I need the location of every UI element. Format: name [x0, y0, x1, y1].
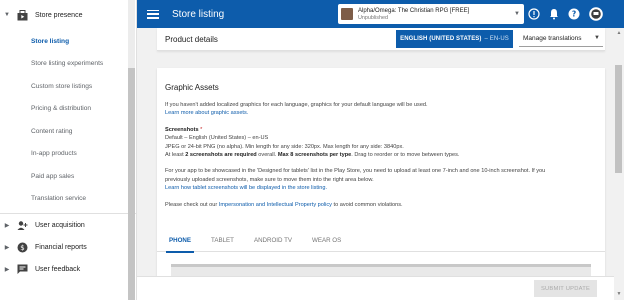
app-name: Alpha/Omega: The Christian RPG [FREE]: [358, 7, 470, 14]
sidebar-section-store-presence[interactable]: ▼ Store presence: [0, 0, 136, 30]
sidebar-item-label: Content rating: [31, 127, 73, 135]
chevron-right-icon: ▶: [4, 222, 10, 229]
bottom-action-bar: SUBMIT UPDATE: [137, 276, 614, 300]
sidebar-item-label: In-app products: [31, 150, 77, 158]
sidebar-item-label: Custom store listings: [31, 82, 93, 90]
sidebar-section-label: Store presence: [35, 11, 83, 19]
format-requirements-line: JPEG or 24-bit PNG (no alpha). Min lengt…: [165, 143, 404, 150]
dropdown-icon: ▼: [594, 35, 600, 41]
tablet-screenshots-link[interactable]: Learn how tablet screenshots will be dis…: [165, 184, 605, 192]
sidebar-item-store-listing[interactable]: Store listing: [0, 30, 136, 53]
menu-icon[interactable]: [146, 8, 160, 20]
sidebar-item-label: Store listing experiments: [31, 60, 104, 68]
required-mark: *: [200, 126, 203, 133]
page-title: Store listing: [172, 8, 225, 20]
tablets-info-line-1: For your app to be showcased in the 'Des…: [165, 168, 546, 175]
app-selector[interactable]: Alpha/Omega: The Christian RPG [FREE] Un…: [338, 4, 524, 24]
sidebar-section-financial-reports[interactable]: ▶ $ Financial reports: [0, 236, 136, 258]
sidebar-item-content-rating[interactable]: Content rating: [0, 120, 136, 143]
main-content: Product details ENGLISH (UNITED STATES) …: [137, 28, 624, 300]
language-label: ENGLISH (UNITED STATES): [400, 36, 482, 42]
scroll-down-arrow-icon[interactable]: ▼: [615, 291, 623, 297]
device-tabs: PHONE TABLET ANDROID TV WEAR OS: [157, 230, 605, 253]
screenshots-label: Screenshots: [165, 126, 199, 133]
graphic-assets-card: Graphic Assets If you haven't added loca…: [157, 68, 605, 300]
top-app-bar: Store listing Alpha/Omega: The Christian…: [137, 0, 624, 28]
default-language-line: Default – English (United States) – en-U…: [165, 135, 269, 142]
chevron-down-icon: ▼: [4, 12, 10, 18]
tablets-info-line-2: previously uploaded screenshots, make su…: [165, 176, 374, 183]
sidebar-section-user-feedback[interactable]: ▶ User feedback: [0, 258, 136, 280]
sidebar-scrollbar-track[interactable]: [128, 0, 135, 68]
scroll-up-arrow-icon[interactable]: ▲: [615, 30, 623, 36]
sidebar-section-label: User feedback: [35, 265, 81, 273]
tab-wear-os[interactable]: WEAR OS: [305, 230, 348, 252]
financial-reports-icon: $: [15, 242, 29, 253]
tab-tablet[interactable]: TABLET: [204, 230, 241, 252]
chevron-right-icon: ▶: [4, 266, 10, 273]
account-icon[interactable]: [589, 7, 603, 21]
sidebar-section-user-acquisition[interactable]: ▶ User acquisition: [0, 214, 136, 236]
tab-android-tv[interactable]: ANDROID TV: [247, 230, 299, 252]
sidebar-item-paid-app-sales[interactable]: Paid app sales: [0, 165, 136, 188]
screenshot-count-line: At least 2 screenshots are required over…: [165, 152, 460, 159]
app-status: Unpublished: [358, 14, 388, 21]
chevron-right-icon: ▶: [4, 244, 10, 251]
store-icon: [15, 9, 29, 21]
graphic-assets-title: Graphic Assets: [165, 83, 219, 92]
screenshot-upload-area[interactable]: [171, 264, 591, 276]
graphic-assets-intro: If you haven't added localized graphics …: [165, 102, 428, 108]
sidebar-item-store-listing-experiments[interactable]: Store listing experiments: [0, 53, 136, 76]
sidebar-item-translation-service[interactable]: Translation service: [0, 188, 136, 211]
submit-update-button[interactable]: SUBMIT UPDATE: [534, 280, 597, 297]
user-acquisition-icon: [15, 220, 29, 231]
sidebar: ▼ Store presence Store listing Store lis…: [0, 0, 137, 300]
sidebar-scrollbar-thumb[interactable]: [128, 68, 135, 300]
policy-link[interactable]: Impersonation and Intellectual Property …: [219, 202, 332, 208]
manage-translations-label: Manage translations: [523, 35, 582, 42]
main-scrollbar-thumb[interactable]: [615, 65, 622, 173]
sidebar-item-in-app-products[interactable]: In-app products: [0, 143, 136, 166]
user-feedback-icon: [15, 264, 29, 275]
sidebar-item-label: Store listing: [31, 37, 70, 45]
app-icon: [341, 8, 353, 20]
sidebar-section-label: Financial reports: [35, 243, 87, 251]
sidebar-item-label: Paid app sales: [31, 172, 75, 180]
learn-more-link[interactable]: Learn more about graphic assets.: [165, 109, 605, 117]
tab-phone[interactable]: PHONE: [162, 230, 198, 253]
help-outline-icon[interactable]: [527, 7, 541, 21]
language-code: – EN-US: [484, 36, 509, 42]
policy-line: Please check out our Impersonation and I…: [165, 201, 403, 208]
bell-icon[interactable]: [547, 7, 561, 21]
sidebar-item-custom-store-listings[interactable]: Custom store listings: [0, 75, 136, 98]
product-details-title: Product details: [165, 34, 218, 44]
help-icon[interactable]: ?: [567, 7, 581, 21]
product-details-bar: Product details ENGLISH (UNITED STATES) …: [157, 28, 605, 51]
sidebar-item-label: Translation service: [31, 195, 87, 203]
svg-text:?: ?: [572, 10, 576, 19]
svg-text:$: $: [20, 244, 24, 252]
sidebar-item-pricing-distribution[interactable]: Pricing & distribution: [0, 98, 136, 121]
sidebar-item-label: Pricing & distribution: [31, 105, 92, 113]
dropdown-icon: ▼: [514, 11, 520, 17]
sidebar-section-label: User acquisition: [35, 221, 85, 229]
manage-translations-dropdown[interactable]: Manage translations ▼: [519, 31, 603, 47]
language-button[interactable]: ENGLISH (UNITED STATES) – EN-US: [396, 30, 513, 48]
